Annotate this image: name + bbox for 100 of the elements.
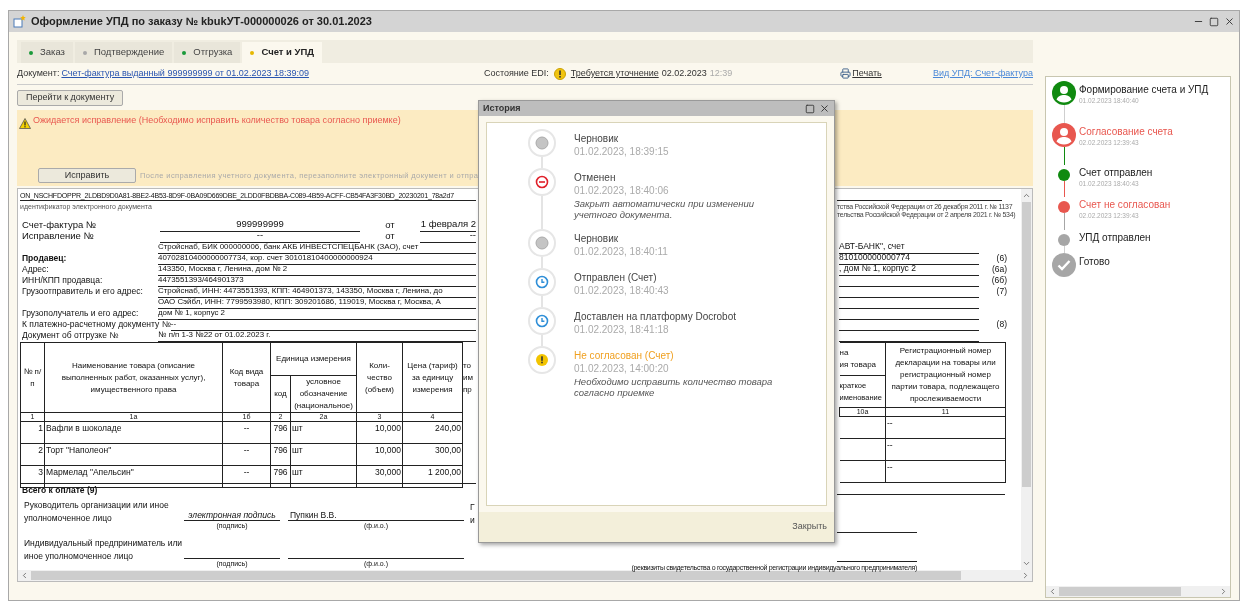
scroll-left-icon[interactable] bbox=[20, 571, 29, 580]
column-header: Наименование товара (описание выполненных работ, оказанных услуг), имущественного права bbox=[44, 342, 223, 413]
maximize-icon[interactable] bbox=[805, 103, 815, 114]
heading-label: Исправление № bbox=[21, 229, 95, 243]
warning-triangle-icon bbox=[19, 118, 31, 129]
edi-time: 12:39 bbox=[709, 66, 733, 80]
column-header: ия товара bbox=[839, 359, 878, 371]
close-icon[interactable] bbox=[819, 103, 830, 114]
scroll-up-icon[interactable] bbox=[1022, 191, 1031, 200]
table-cell: Мармелад "Апельсин" bbox=[44, 465, 223, 488]
scroll-left-icon[interactable] bbox=[1048, 587, 1057, 596]
close-icon[interactable] bbox=[1224, 16, 1235, 27]
field-label: К платежно-расчетному документу № bbox=[21, 318, 171, 331]
heading-number: 999999999 bbox=[160, 216, 360, 232]
vertical-scrollbar[interactable] bbox=[1021, 189, 1032, 570]
table-cell: -- bbox=[885, 460, 1006, 483]
document-label: Документ: bbox=[17, 66, 60, 80]
tab[interactable]: Счет и УПД bbox=[242, 42, 323, 63]
maximize-icon[interactable] bbox=[1209, 16, 1219, 27]
history-date: 01.02.2023, 18:40:11 bbox=[574, 245, 668, 259]
field-label: Продавец: bbox=[21, 252, 68, 265]
go-to-document-button[interactable]: Перейти к документу bbox=[17, 90, 124, 106]
table-cell: Торт "Наполеон" bbox=[44, 443, 223, 466]
history-status: Черновик bbox=[574, 132, 620, 145]
table-cell: 300,00 bbox=[402, 443, 463, 466]
scroll-thumb[interactable] bbox=[31, 571, 961, 580]
warning-icon bbox=[553, 67, 566, 80]
field-code: (6б) bbox=[990, 274, 1007, 287]
column-header: им bbox=[463, 371, 474, 384]
table-cell: 1 bbox=[20, 421, 45, 444]
field-code: (7) bbox=[995, 285, 1007, 298]
table-cell: 2 bbox=[20, 443, 45, 466]
field-label: Грузоотправитель и его адрес: bbox=[21, 285, 144, 298]
history-status: Отменен bbox=[574, 171, 617, 184]
printer-icon[interactable] bbox=[840, 68, 852, 79]
close-button[interactable]: Закрыть bbox=[792, 520, 827, 534]
column-header: Код вида товара bbox=[222, 342, 271, 413]
edi-label: Состояние EDI: bbox=[483, 66, 549, 80]
table-cell: 10,000 bbox=[356, 443, 403, 466]
table-cell: шт bbox=[290, 421, 357, 444]
scroll-thumb[interactable] bbox=[1022, 202, 1031, 487]
history-date: 01.02.2023, 18:40:06 bbox=[574, 184, 670, 198]
table-cell: шт bbox=[290, 443, 357, 466]
history-status: Доставлен на платформу Docrobot bbox=[574, 310, 736, 323]
history-status: Не согласован (Счет) bbox=[574, 349, 675, 362]
step-title: Согласование счета bbox=[1079, 125, 1173, 138]
column-header: № п/п bbox=[20, 342, 45, 413]
signer-name: Пупкин В.В. bbox=[288, 509, 464, 521]
scroll-right-icon[interactable] bbox=[1021, 571, 1030, 580]
table-cell: 796 bbox=[270, 421, 291, 444]
signer-label: Руководитель организации или иное уполномоченное лицо bbox=[23, 499, 170, 525]
tab[interactable]: Подтверждение bbox=[74, 42, 173, 63]
history-date: 01.02.2023, 18:39:15 bbox=[574, 145, 669, 159]
table-cell: -- bbox=[885, 416, 1006, 439]
table-cell: -- bbox=[885, 438, 1006, 461]
signature-value: электронная подпись bbox=[184, 509, 280, 521]
scroll-thumb[interactable] bbox=[1059, 587, 1181, 596]
exclamation-icon bbox=[535, 353, 549, 367]
tab[interactable]: Заказ bbox=[21, 42, 73, 63]
history-status: Отправлен (Счет) bbox=[574, 271, 658, 284]
print-link[interactable]: Печать bbox=[852, 66, 882, 81]
edi-status-link[interactable]: Требуется уточнение bbox=[570, 66, 659, 81]
dot-icon bbox=[535, 136, 549, 150]
fix-button[interactable]: Исправить bbox=[38, 168, 136, 183]
table-cell: -- bbox=[222, 465, 271, 488]
field-label: ИНН/КПП продавца: bbox=[21, 274, 104, 287]
column-header: Регистрационный номер декларации на товары или регистрационный номер партии товара, подлежащего прослеживаемости bbox=[885, 342, 1006, 408]
horizontal-scrollbar[interactable] bbox=[18, 570, 1032, 581]
history-date: 01.02.2023, 14:00:20 bbox=[574, 362, 670, 376]
scroll-right-icon[interactable] bbox=[1219, 587, 1228, 596]
table-cell: 796 bbox=[270, 443, 291, 466]
signer-label: Индивидуальный предприниматель или иное уполномоченное лицо bbox=[23, 537, 184, 563]
step-title: Счет не согласован bbox=[1079, 199, 1171, 212]
table-cell: 10,000 bbox=[356, 421, 403, 444]
column-header: то bbox=[463, 359, 473, 372]
heading-date: 1 февраля 2 bbox=[420, 216, 476, 232]
field-label: Адрес: bbox=[21, 263, 50, 276]
dialog-title: История bbox=[483, 101, 521, 115]
table-cell: шт bbox=[290, 465, 357, 488]
clock-icon bbox=[535, 314, 549, 328]
horizontal-scrollbar[interactable] bbox=[1046, 586, 1230, 597]
history-date: 01.02.2023, 18:41:18 bbox=[574, 323, 670, 337]
table-cell: -- bbox=[222, 421, 271, 444]
document-link[interactable]: Счет-фактура выданный 999999999 от 01.02.2023 18:39:09 bbox=[61, 66, 309, 81]
history-status: Черновик bbox=[574, 232, 620, 245]
scroll-down-icon[interactable] bbox=[1022, 559, 1031, 568]
window-title: Оформление УПД по заказу № kbukУТ-000000026 от 30.01.2023 bbox=[31, 14, 372, 30]
clock-icon bbox=[535, 275, 549, 289]
heading-number: -- bbox=[160, 227, 360, 243]
field-value: 810100000000774 bbox=[839, 251, 979, 265]
field-code: (8) bbox=[995, 318, 1007, 331]
table-cell: -- bbox=[222, 443, 271, 466]
view-link[interactable]: Вид УПД: Счет-фактура bbox=[932, 66, 1033, 81]
column-header: код bbox=[270, 375, 291, 413]
table-cell: Вафли в шоколаде bbox=[44, 421, 223, 444]
minus-circle-icon bbox=[535, 175, 549, 189]
tab[interactable]: Отгрузка bbox=[174, 42, 241, 63]
step-title: Счет отправлен bbox=[1079, 166, 1153, 179]
table-cell: 796 bbox=[270, 465, 291, 488]
signer-label: Г bbox=[470, 501, 475, 514]
